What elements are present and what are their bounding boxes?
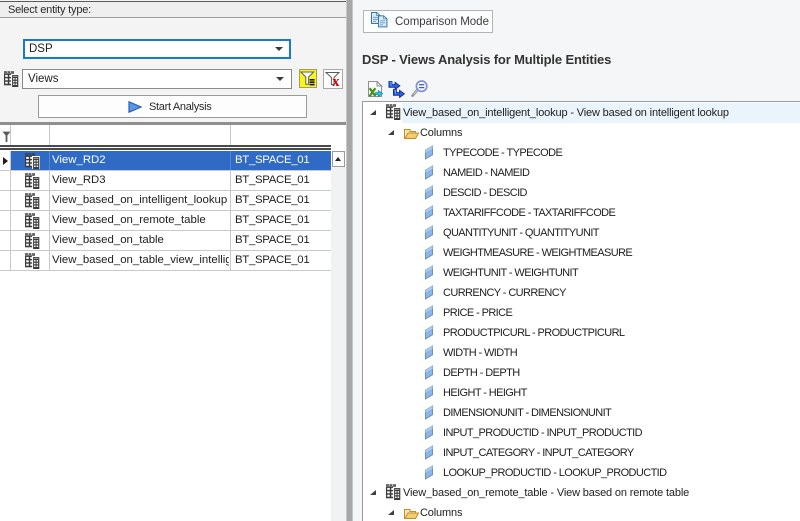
svg-text:x: x bbox=[332, 74, 340, 88]
